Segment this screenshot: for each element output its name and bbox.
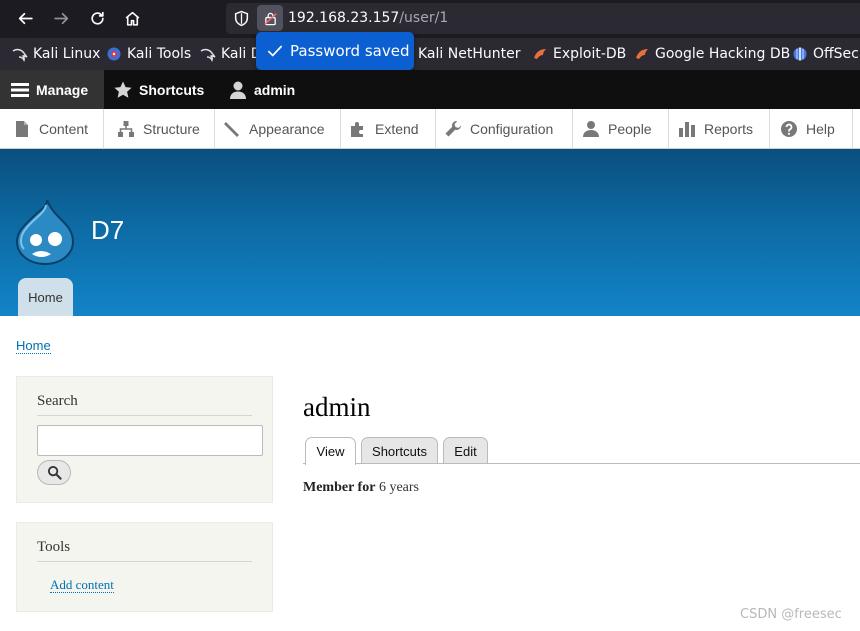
bar-chart-icon (679, 122, 695, 137)
shortcuts-button[interactable]: Shortcuts (113, 70, 204, 109)
bookmark-kali-docs[interactable]: Kali D (200, 44, 262, 64)
bookmarks-bar: Kali Linux Kali Tools Kali D Kali NetHun… (0, 38, 860, 70)
user-icon (230, 81, 246, 99)
page-title: admin (303, 392, 371, 422)
tab-shortcuts[interactable]: Shortcuts (361, 437, 438, 464)
search-button[interactable] (37, 460, 71, 485)
reload-icon (90, 11, 104, 25)
tab-edit[interactable]: Edit (443, 437, 488, 464)
tray-item-people[interactable]: People (573, 109, 669, 149)
paintbrush-icon (224, 122, 239, 137)
arrow-left-icon (18, 12, 33, 24)
bookmark-kali-nethunter[interactable]: Kali NetHunter (404, 44, 520, 64)
tray-item-extend[interactable]: Extend (341, 109, 436, 149)
admin-toolbar: Manage Shortcuts admin (0, 70, 860, 109)
url-host: 192.168.23.157 (288, 10, 400, 26)
member-for-label: Member for (303, 480, 376, 495)
kali-dragon-icon (12, 46, 28, 62)
password-saved-text: Password saved (290, 42, 410, 60)
member-for: Member for 6 years (303, 480, 419, 496)
bookmark-kali-tools[interactable]: Kali Tools (106, 44, 191, 64)
back-button[interactable] (11, 4, 39, 32)
forward-button[interactable] (47, 4, 75, 32)
star-icon (114, 81, 132, 98)
offsec-icon (792, 46, 808, 62)
arrow-right-icon (53, 12, 68, 24)
sitemap-icon (118, 121, 134, 137)
bookmark-kali-linux[interactable]: Kali Linux (12, 44, 100, 64)
tray-item-structure[interactable]: Structure (104, 109, 215, 149)
site-header: D7 Home (0, 149, 860, 316)
url-bar[interactable]: 192.168.23.157/user/1 (226, 3, 860, 34)
user-menu-button[interactable]: admin (228, 70, 295, 109)
manage-button[interactable]: Manage (0, 70, 104, 109)
reload-button[interactable] (83, 4, 111, 32)
site-name[interactable]: D7 (91, 215, 124, 246)
tray-item-content[interactable]: Content (0, 109, 104, 149)
bookmark-google-hacking-db[interactable]: Google Hacking DB (634, 44, 790, 64)
exploit-db-icon (532, 46, 548, 62)
tray-item-configuration[interactable]: Configuration (436, 109, 573, 149)
tray-item-reports[interactable]: Reports (669, 109, 770, 149)
lock-warning-icon (263, 12, 277, 25)
tray-item-appearance[interactable]: Appearance (215, 109, 341, 149)
admin-tray: Content Structure Appearance Extend Conf… (0, 109, 860, 149)
kali-dragon-icon (200, 46, 216, 62)
wrench-icon (445, 121, 461, 137)
member-for-value: 6 years (378, 480, 419, 495)
home-tab[interactable]: Home (18, 278, 73, 316)
breadcrumb-home[interactable]: Home (16, 338, 51, 354)
help-icon (781, 121, 797, 137)
search-icon (47, 465, 62, 480)
tools-block-title: Tools (37, 539, 252, 562)
tools-block: Tools Add content (16, 522, 273, 612)
lock-button[interactable] (257, 5, 283, 31)
watermark: CSDN @freesec (740, 607, 842, 622)
add-content-link[interactable]: Add content (50, 578, 114, 593)
tabs-divider (303, 463, 860, 464)
drupal-logo-icon[interactable] (14, 199, 76, 265)
shield-icon[interactable] (233, 10, 250, 27)
tab-view[interactable]: View (305, 437, 356, 465)
hamburger-icon (11, 82, 29, 97)
person-icon (583, 121, 599, 137)
puzzle-icon (351, 122, 363, 137)
search-block: Search (16, 376, 273, 503)
search-block-title: Search (37, 393, 252, 416)
url-path: /user/1 (399, 10, 449, 26)
kali-tools-icon (106, 46, 122, 62)
search-input[interactable] (37, 425, 263, 456)
url-text[interactable]: 192.168.23.157/user/1 (288, 10, 448, 26)
checkmark-icon (267, 45, 283, 57)
tray-item-help[interactable]: Help (770, 109, 853, 149)
password-saved-popup: Password saved (256, 32, 414, 70)
browser-toolbar: 192.168.23.157/user/1 (0, 0, 860, 38)
exploit-db-icon (634, 46, 650, 62)
home-button[interactable] (118, 4, 146, 32)
home-icon (125, 11, 139, 26)
bookmark-offsec[interactable]: OffSec (792, 44, 859, 64)
file-icon (16, 121, 28, 137)
bookmark-exploit-db[interactable]: Exploit-DB (532, 44, 626, 64)
